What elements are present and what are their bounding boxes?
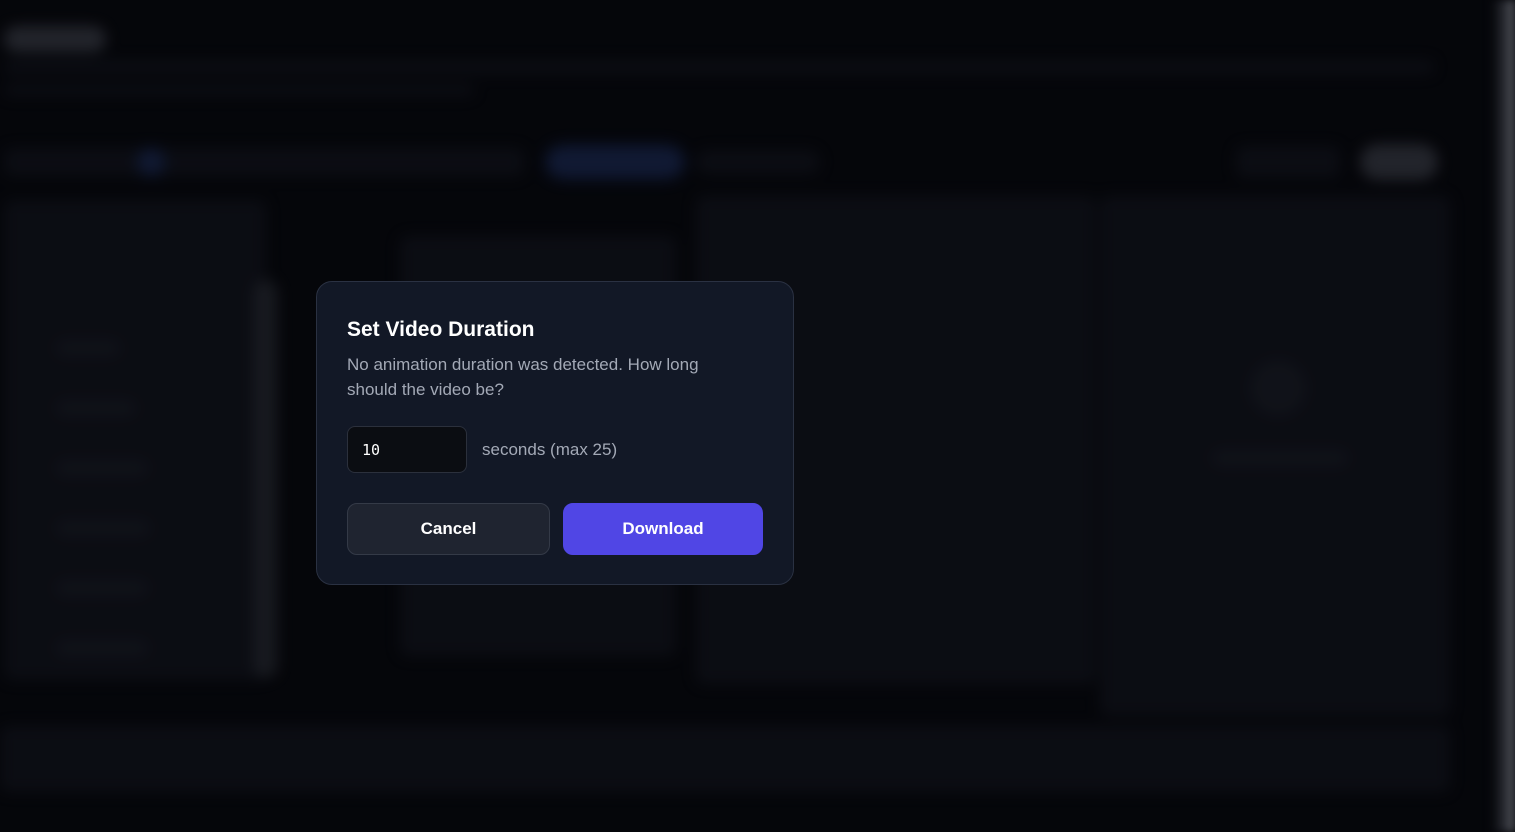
cancel-button[interactable]: Cancel xyxy=(347,503,550,555)
bg-sidebar-item xyxy=(56,400,136,416)
bg-toolbar-control xyxy=(1236,146,1340,178)
bg-bottom-bar xyxy=(0,726,1450,792)
duration-row: seconds (max 25) xyxy=(347,426,763,473)
bg-sidebar-item xyxy=(56,640,148,656)
bg-sidebar-item xyxy=(56,520,150,536)
bg-header-badge xyxy=(4,26,106,52)
bg-sidebar-item xyxy=(56,340,120,356)
bg-toolbar-active-tab xyxy=(548,148,682,176)
bg-header-text-line xyxy=(4,60,1434,74)
bg-window-edge xyxy=(1491,0,1515,832)
bg-scrollbar xyxy=(254,280,278,678)
bg-sidebar-item xyxy=(56,460,148,476)
bg-sidebar xyxy=(4,200,266,680)
bg-right-panel-icon xyxy=(1250,360,1306,416)
bg-toolbar-tab xyxy=(696,150,820,174)
download-button[interactable]: Download xyxy=(563,503,763,555)
bg-toolbar-dot xyxy=(140,151,162,173)
duration-unit-label: seconds (max 25) xyxy=(482,439,618,459)
bg-toolbar xyxy=(4,148,524,176)
bg-toolbar-button xyxy=(1360,144,1438,180)
dialog-actions: Cancel Download xyxy=(347,503,763,555)
video-duration-dialog: Set Video Duration No animation duration… xyxy=(316,281,794,585)
dialog-description: No animation duration was detected. How … xyxy=(347,355,699,399)
bg-sidebar-item xyxy=(56,580,148,596)
duration-seconds-input[interactable] xyxy=(347,426,467,473)
dialog-title: Set Video Duration xyxy=(347,318,535,341)
bg-header-text-line-2 xyxy=(4,84,474,96)
bg-right-panel-text xyxy=(1212,450,1348,466)
app-screen: Set Video Duration No animation duration… xyxy=(0,0,1515,832)
